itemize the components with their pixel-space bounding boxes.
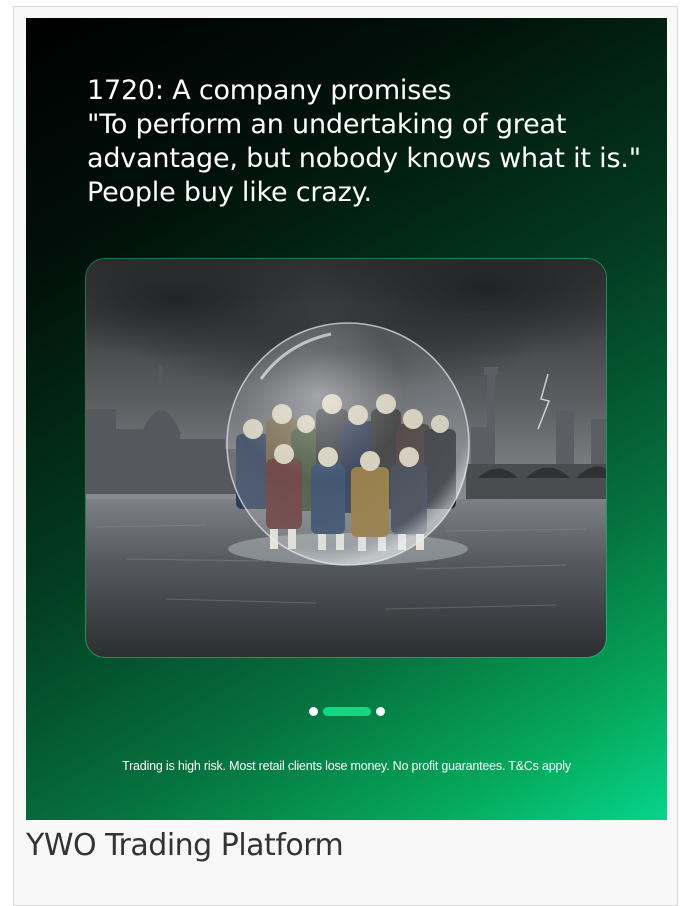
risk-disclaimer: Trading is high risk. Most retail client…	[122, 759, 571, 773]
ad-headline: 1720: A company promises "To perform an …	[87, 74, 657, 210]
headline-line: "To perform an undertaking of great	[87, 109, 567, 140]
bubble-men-river-image	[86, 259, 606, 657]
ad-caption: YWO Trading Platform	[26, 828, 344, 863]
carousel-indicator[interactable]	[26, 706, 667, 716]
carousel-dot-active[interactable]	[322, 706, 371, 716]
hero-image	[85, 258, 607, 658]
headline-line: People buy like crazy.	[87, 177, 372, 208]
carousel-dot[interactable]	[375, 706, 385, 716]
headline-line: 1720: A company promises	[87, 75, 452, 106]
carousel-dot[interactable]	[308, 706, 318, 716]
ad-banner[interactable]: 1720: A company promises "To perform an …	[26, 18, 667, 820]
headline-line: advantage, but nobody knows what it is."	[87, 143, 641, 174]
